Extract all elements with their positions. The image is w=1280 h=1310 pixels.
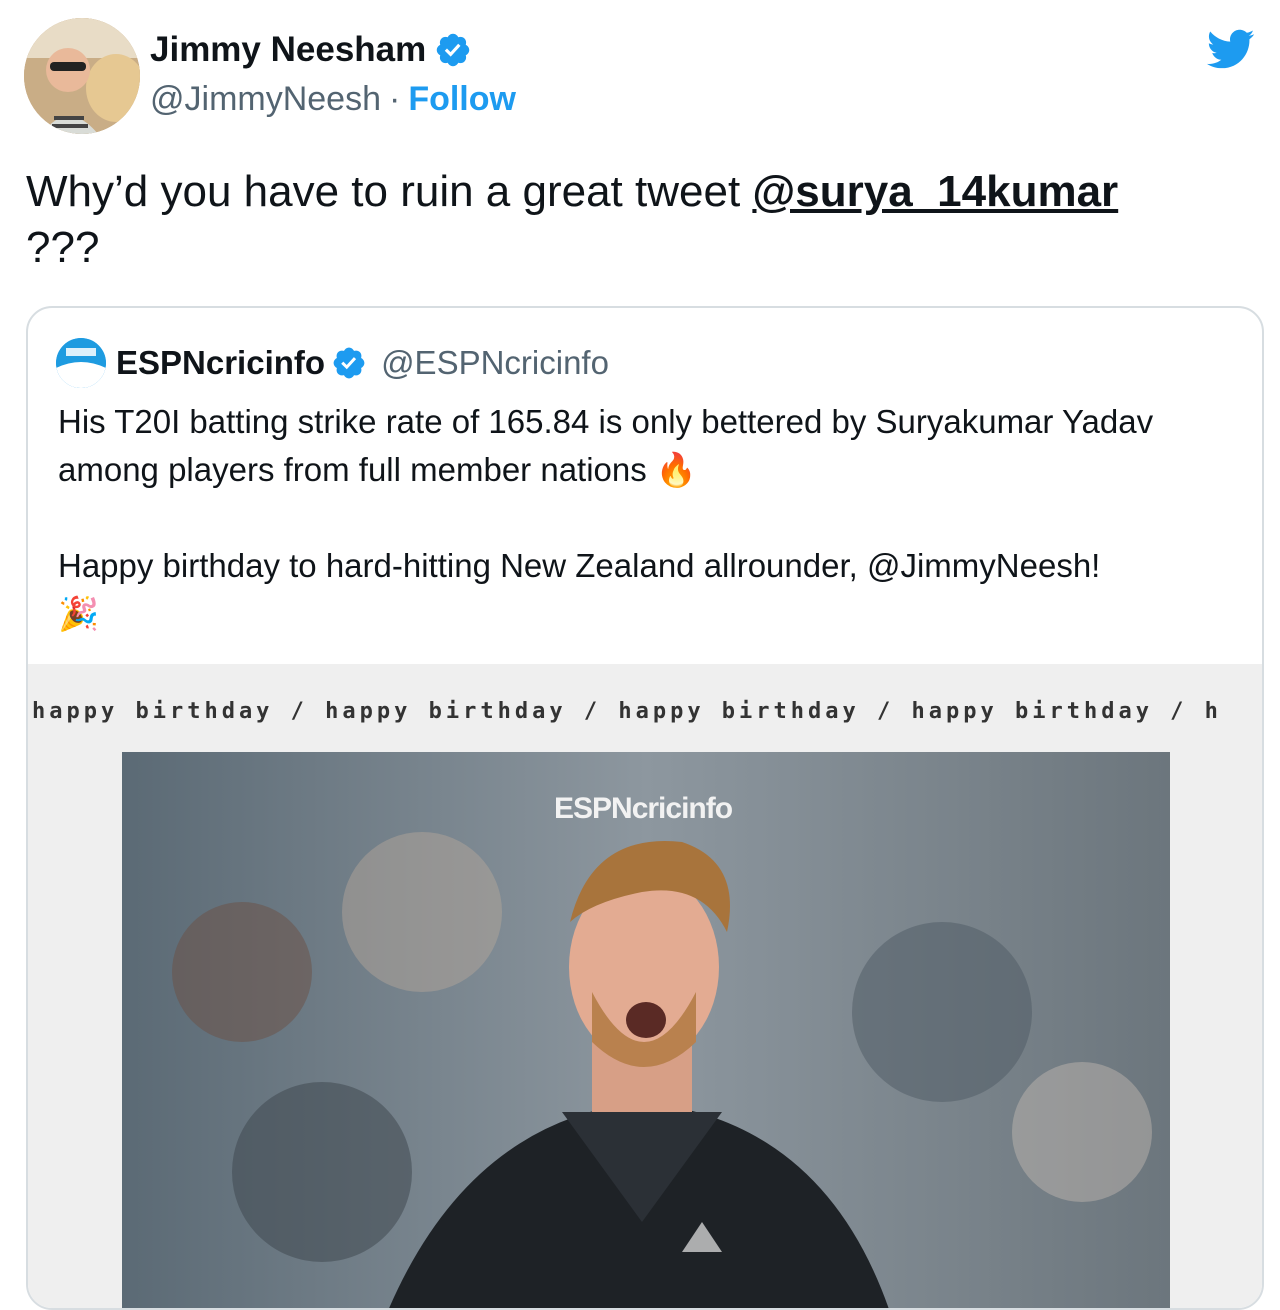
author-name[interactable]: Jimmy Neesham — [150, 30, 426, 70]
quoted-author-name[interactable]: ESPNcricinfo — [116, 344, 325, 382]
twitter-bird-icon[interactable] — [1202, 24, 1258, 74]
tweet-text-before: Why’d you have to ruin a great tweet — [26, 167, 753, 216]
quoted-paragraph-1: His T20I batting strike rate of 165.84 i… — [58, 398, 1238, 494]
separator-dot: · — [389, 80, 401, 118]
quoted-paragraph-1-text: His T20I batting strike rate of 165.84 i… — [58, 403, 1154, 488]
party-popper-emoji: 🎉 — [58, 595, 100, 632]
quoted-media[interactable]: happy birthday / happy birthday / happy … — [28, 664, 1262, 1308]
verified-badge-icon — [333, 347, 365, 379]
quoted-tweet-card[interactable]: ESPNcricinfo @ESPNcricinfo His T20I batt… — [26, 306, 1264, 1310]
quoted-paragraph-2-text: Happy birthday to hard-hitting New Zeala… — [58, 547, 1101, 584]
quoted-author-handle[interactable]: @ESPNcricinfo — [381, 344, 609, 382]
photo-watermark-logo: ESPNcricinfo — [554, 792, 733, 825]
verified-badge-icon — [437, 33, 470, 67]
author-handle[interactable]: @JimmyNeesh — [150, 80, 381, 119]
author-handle-row: @JimmyNeesh · Follow — [150, 80, 516, 119]
quoted-author-avatar[interactable] — [56, 338, 106, 388]
tweet-text-after: ??? — [26, 223, 100, 272]
mention-link[interactable]: @surya_14kumar — [752, 167, 1118, 216]
player-photo[interactable]: ESPNcricinfo — [122, 752, 1170, 1308]
quoted-paragraph-2: Happy birthday to hard-hitting New Zeala… — [58, 542, 1238, 638]
author-name-row: Jimmy Neesham — [150, 30, 472, 70]
follow-button[interactable]: Follow — [408, 80, 516, 119]
quoted-tweet-text: His T20I batting strike rate of 165.84 i… — [58, 398, 1238, 686]
fire-emoji: 🔥 — [655, 451, 698, 488]
player-photo-graphic — [122, 752, 1170, 1308]
tweet-text: Why’d you have to ruin a great tweet @su… — [26, 164, 1256, 276]
quoted-tweet-header: ESPNcricinfo @ESPNcricinfo — [56, 338, 609, 388]
birthday-banner-text: happy birthday / happy birthday / happy … — [32, 699, 1222, 724]
author-avatar[interactable] — [24, 18, 140, 134]
